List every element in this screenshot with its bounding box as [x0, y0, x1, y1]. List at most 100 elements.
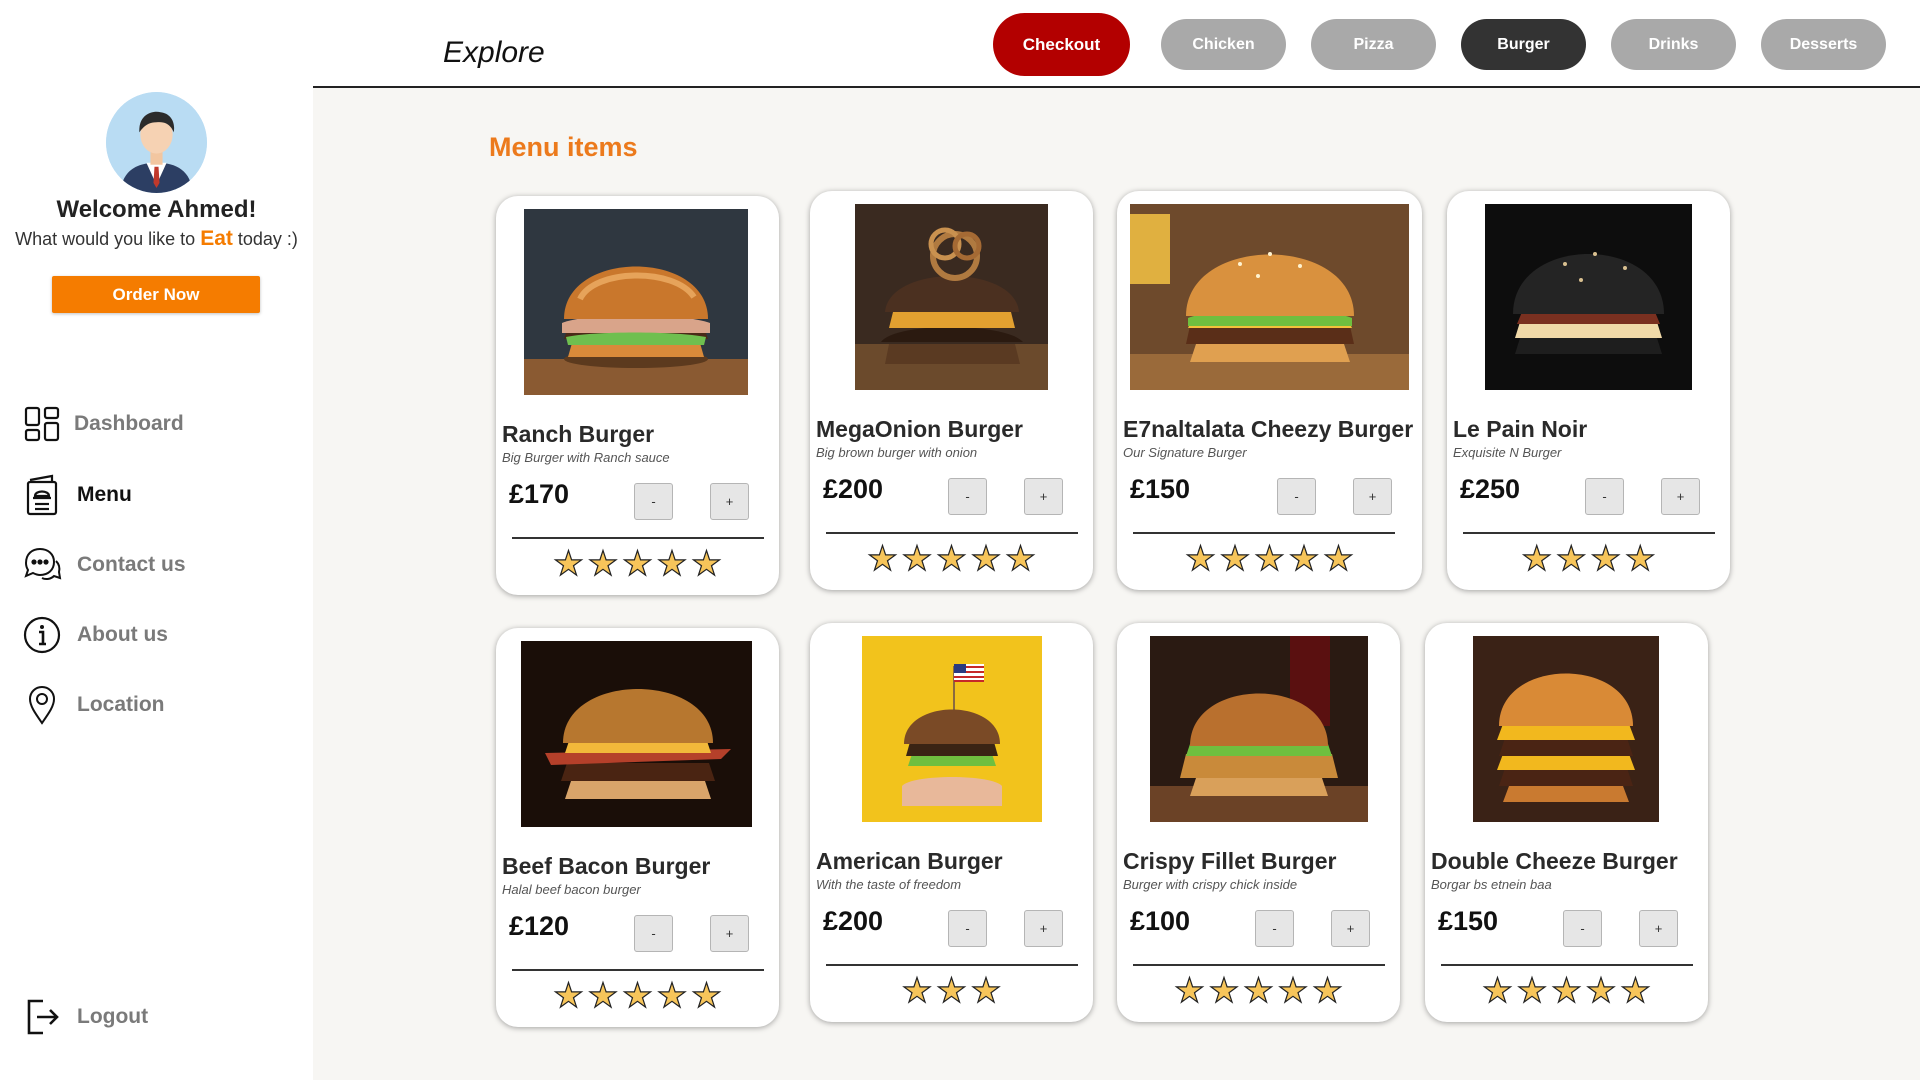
item-description: Borgar bs etnein baa [1431, 877, 1552, 892]
american-burger-photo [862, 636, 1042, 822]
item-price: £150 [1130, 474, 1191, 504]
le-pain-noir-photo [1485, 204, 1692, 390]
user-avatar [106, 92, 207, 193]
rating-stars: ★ ★ ★ ★ ★ [1117, 539, 1422, 578]
star-icon: ★ [656, 976, 688, 1015]
double-cheeze-burger-photo [1473, 636, 1659, 822]
item-description: Burger with crispy chick inside [1123, 877, 1298, 892]
star-icon: ★ [1323, 539, 1355, 578]
decrease-quantity-button[interactable]: - [1255, 910, 1294, 947]
item-name: Beef Bacon Burger [502, 853, 711, 879]
card-divider [1441, 964, 1693, 966]
category-desserts[interactable]: Desserts [1761, 19, 1886, 70]
menu-item-card: American Burger With the taste of freedo… [810, 623, 1093, 1022]
welcome-text: Welcome Ahmed! [56, 196, 257, 223]
item-price: £250 [1460, 474, 1521, 504]
decrease-quantity-button[interactable]: - [634, 483, 673, 520]
item-description: With the taste of freedom [816, 877, 962, 892]
ranch-burger-photo [524, 209, 748, 395]
item-name: Le Pain Noir [1453, 416, 1588, 442]
star-icon: ★ [1516, 971, 1548, 1010]
category-drinks[interactable]: Drinks [1611, 19, 1736, 70]
rating-stars: ★ ★ ★ ★ ★ [496, 976, 779, 1015]
item-name: Crispy Fillet Burger [1123, 848, 1337, 874]
increase-quantity-button[interactable]: + [1639, 910, 1678, 947]
category-pizza[interactable]: Pizza [1311, 19, 1436, 70]
decrease-quantity-button[interactable]: - [634, 915, 673, 952]
card-divider [826, 532, 1078, 534]
increase-quantity-button[interactable]: + [1661, 478, 1700, 515]
decrease-quantity-button[interactable]: - [948, 910, 987, 947]
star-icon: ★ [970, 971, 1002, 1010]
location-pin-icon [22, 685, 62, 725]
nav-about-label: About us [77, 623, 168, 646]
rating-stars: ★ ★ ★ ★ [1447, 539, 1730, 578]
nav-dashboard[interactable]: Dashboard [22, 402, 292, 446]
menu-item-card: Le Pain Noir Exquisite N Burger £250 - +… [1447, 191, 1730, 590]
menu-item-card: MegaOnion Burger Big brown burger with o… [810, 191, 1093, 590]
increase-quantity-button[interactable]: + [1024, 478, 1063, 515]
welcome-subtitle: What would you like to Eat today :) [0, 227, 313, 251]
item-price: £150 [1438, 906, 1499, 936]
nav-contact[interactable]: Contact us [22, 543, 292, 587]
nav-menu[interactable]: Menu [22, 473, 292, 517]
item-description: Halal beef bacon burger [502, 882, 641, 897]
category-burger[interactable]: Burger [1461, 19, 1586, 70]
increase-quantity-button[interactable]: + [1331, 910, 1370, 947]
star-icon: ★ [1551, 971, 1583, 1010]
menu-card-icon [22, 474, 62, 516]
beef-bacon-burger-photo [521, 641, 752, 827]
subtitle-highlight: Eat [200, 227, 233, 250]
category-chicken[interactable]: Chicken [1161, 19, 1286, 70]
menu-item-card: Beef Bacon Burger Halal beef bacon burge… [496, 628, 779, 1027]
sidebar: Welcome Ahmed! What would you like to Ea… [0, 0, 313, 1080]
increase-quantity-button[interactable]: + [1353, 478, 1392, 515]
logout-button[interactable]: Logout [22, 995, 292, 1039]
crispy-fillet-burger-photo [1150, 636, 1368, 822]
decrease-quantity-button[interactable]: - [1585, 478, 1624, 515]
star-icon: ★ [1288, 539, 1320, 578]
star-icon: ★ [691, 544, 723, 583]
nav-location[interactable]: Location [22, 683, 292, 727]
star-icon: ★ [1482, 971, 1514, 1010]
star-icon: ★ [1254, 539, 1286, 578]
star-icon: ★ [1521, 539, 1553, 578]
star-icon: ★ [936, 971, 968, 1010]
menu-item-card: Double Cheeze Burger Borgar bs etnein ba… [1425, 623, 1708, 1022]
megaonion-burger-photo [855, 204, 1048, 390]
increase-quantity-button[interactable]: + [710, 915, 749, 952]
card-divider [1133, 532, 1395, 534]
item-name: MegaOnion Burger [816, 416, 1024, 442]
star-icon: ★ [1005, 539, 1037, 578]
page-title: Explore [443, 36, 545, 69]
subtitle-tail: today :) [232, 229, 298, 249]
star-icon: ★ [1585, 971, 1617, 1010]
checkout-button[interactable]: Checkout [993, 13, 1130, 76]
nav-contact-label: Contact us [77, 553, 186, 576]
increase-quantity-button[interactable]: + [1024, 910, 1063, 947]
decrease-quantity-button[interactable]: - [948, 478, 987, 515]
rating-stars: ★ ★ ★ ★ ★ [1425, 971, 1708, 1010]
nav-menu-label: Menu [77, 483, 132, 506]
nav-about[interactable]: About us [22, 613, 292, 657]
item-price: £170 [509, 479, 570, 509]
card-divider [1133, 964, 1385, 966]
nav-dashboard-label: Dashboard [74, 412, 184, 435]
item-name: E7naltalata Cheezy Burger [1123, 416, 1414, 442]
item-name: Ranch Burger [502, 421, 655, 447]
item-name: Double Cheeze Burger [1431, 848, 1678, 874]
order-now-button[interactable]: Order Now [52, 276, 260, 313]
star-icon: ★ [1185, 539, 1217, 578]
card-divider [826, 964, 1078, 966]
increase-quantity-button[interactable]: + [710, 483, 749, 520]
star-icon: ★ [1624, 539, 1656, 578]
logout-icon [22, 997, 62, 1037]
item-price: £120 [509, 911, 570, 941]
section-title: Menu items [489, 132, 638, 162]
rating-stars: ★ ★ ★ [810, 971, 1093, 1010]
decrease-quantity-button[interactable]: - [1277, 478, 1316, 515]
decrease-quantity-button[interactable]: - [1563, 910, 1602, 947]
star-icon: ★ [656, 544, 688, 583]
item-price: £200 [823, 906, 884, 936]
star-icon: ★ [1555, 539, 1587, 578]
